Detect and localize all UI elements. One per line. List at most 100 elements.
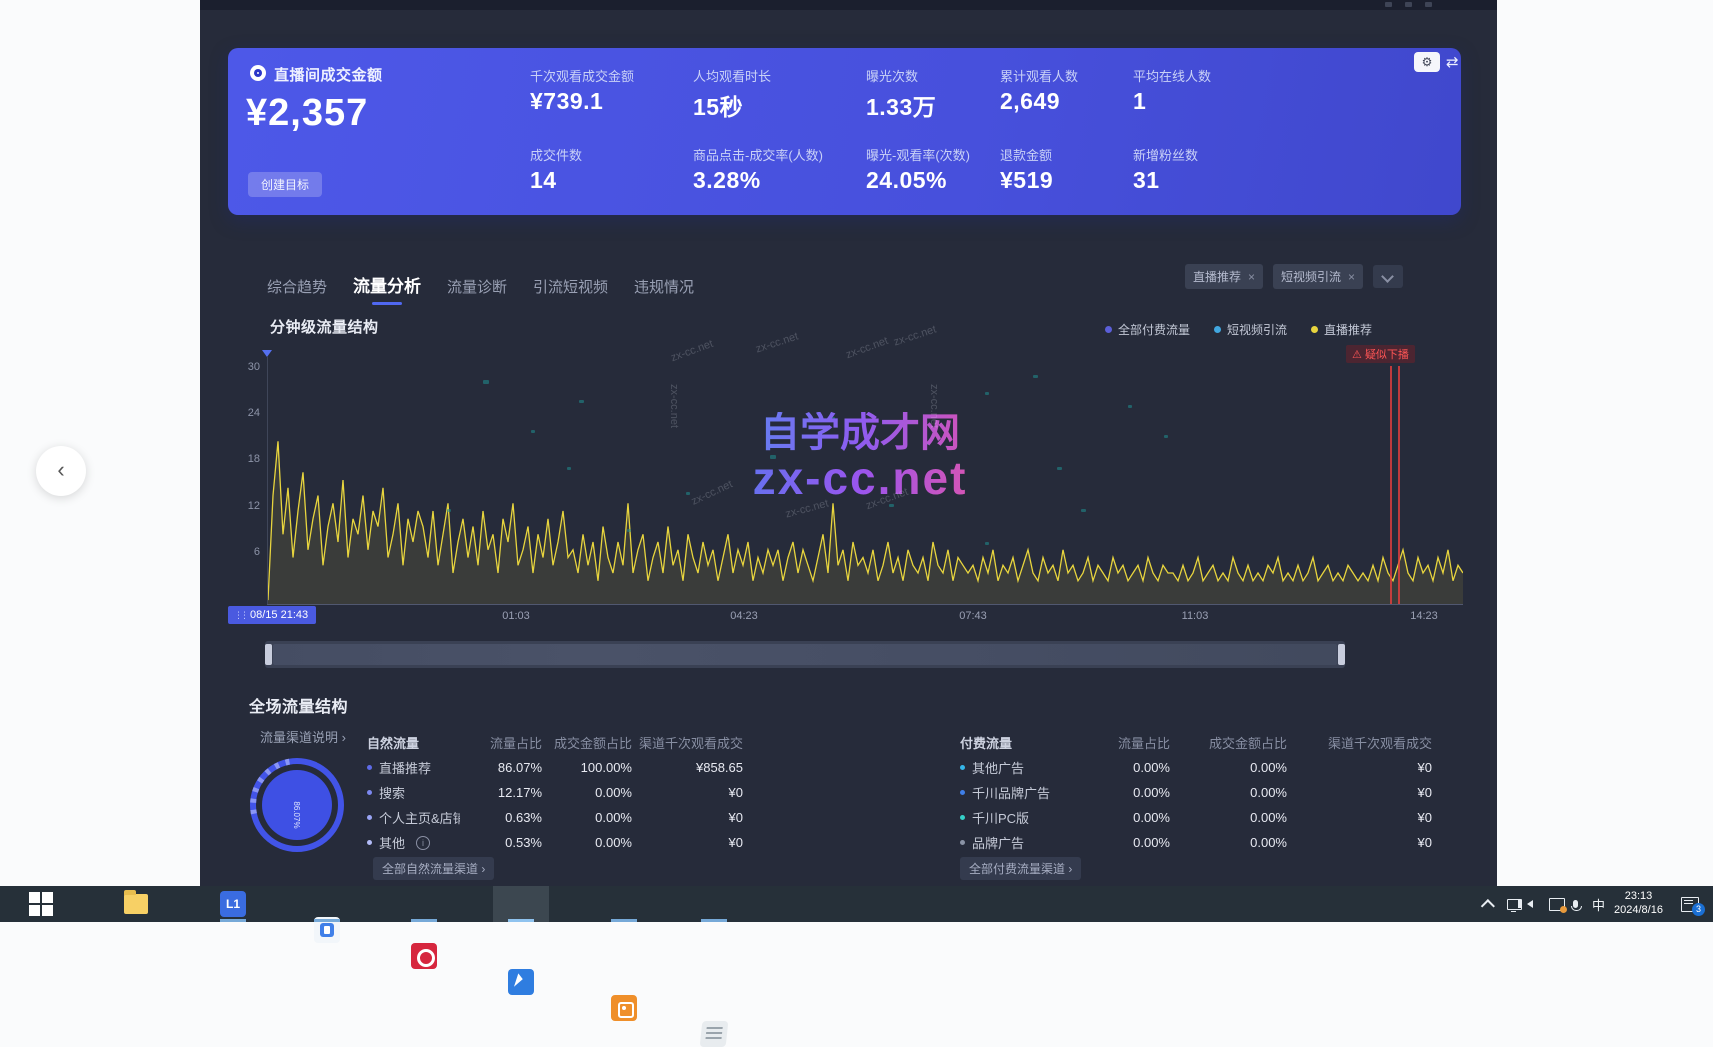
windows-logo-icon xyxy=(29,892,53,916)
window-control-icon[interactable] xyxy=(1405,2,1412,7)
range-handle-right[interactable] xyxy=(1338,644,1345,665)
app-window: 直播间成交金额 ¥2,357 创建目标 ⚙ ⇄ 千次观看成交金额 ¥739.1 … xyxy=(200,0,1497,886)
link-label: 全部付费流量渠道 xyxy=(969,862,1065,876)
table-cell: 0.00% xyxy=(542,810,632,825)
table-row-name[interactable]: 个人主页&店铺&... xyxy=(367,808,460,827)
filter-tag-live-recommend[interactable]: 直播推荐 × xyxy=(1185,264,1263,289)
tray-expand-button[interactable] xyxy=(1485,886,1495,922)
y-axis-tick: 18 xyxy=(226,453,260,465)
range-handle-left[interactable] xyxy=(265,644,272,665)
series-dot xyxy=(960,765,965,770)
tab-short-video[interactable]: 引流短视频 xyxy=(533,276,608,303)
legend-dot xyxy=(1214,326,1221,333)
row-label: 其他广告 xyxy=(972,758,1024,777)
noise-speck xyxy=(531,430,535,433)
file-explorer-icon[interactable] xyxy=(123,891,149,917)
traffic-line-chart[interactable] xyxy=(268,355,1463,604)
x-axis-tick: 04:23 xyxy=(709,610,779,622)
active-app-highlight xyxy=(493,886,549,922)
app-pointer-active-icon[interactable] xyxy=(508,969,534,995)
compare-swap-icon[interactable]: ⇄ xyxy=(1446,53,1459,71)
noise-speck xyxy=(770,455,776,459)
noise-speck xyxy=(447,509,451,512)
noise-speck xyxy=(1081,509,1086,512)
microphone-icon[interactable] xyxy=(1573,886,1578,922)
natural-traffic-table: 自然流量 流量占比 成交金额占比 渠道千次观看成交 直播推荐 86.07% 10… xyxy=(367,730,743,855)
link-label: 全部自然流量渠道 xyxy=(382,862,478,876)
chart-range-slider[interactable] xyxy=(265,641,1345,668)
x-axis-tick: 01:03 xyxy=(481,610,551,622)
notification-icon: 3 xyxy=(1681,897,1699,912)
filter-dropdown[interactable] xyxy=(1373,265,1403,288)
analysis-tabs: 综合趋势 流量分析 流量诊断 引流短视频 违规情况 xyxy=(267,272,694,303)
close-icon[interactable]: × xyxy=(1348,270,1355,284)
table-row-name[interactable]: 其他 i xyxy=(367,833,460,852)
kpi-gmv-value: ¥2,357 xyxy=(246,92,368,135)
x-axis-tick: 11:03 xyxy=(1160,610,1230,622)
metric-value: 3.28% xyxy=(693,167,761,194)
table-row-name[interactable]: 千川品牌广告 xyxy=(960,783,1070,802)
noise-speck xyxy=(483,380,489,384)
table-cell: 0.00% xyxy=(1070,810,1170,825)
table-row-name[interactable]: 其他广告 xyxy=(960,758,1070,777)
table-row-name[interactable]: 搜索 xyxy=(367,783,460,802)
volume-icon[interactable] xyxy=(1527,886,1535,922)
tab-violations[interactable]: 违规情况 xyxy=(634,276,694,303)
noise-speck xyxy=(889,504,894,507)
row-label: 直播推荐 xyxy=(379,758,431,777)
clock[interactable]: 23:13 2024/8/16 xyxy=(1614,886,1663,922)
table-cell: 0.00% xyxy=(542,835,632,850)
table-cell: 86.07% xyxy=(460,760,542,775)
warning-icon: ⚠ xyxy=(1352,349,1362,361)
table-cell: 0.00% xyxy=(1070,835,1170,850)
screenshot-tool-icon[interactable] xyxy=(1549,886,1565,922)
legend-label: 短视频引流 xyxy=(1227,321,1287,338)
row-label: 搜索 xyxy=(379,783,405,802)
back-button[interactable]: ‹ xyxy=(36,446,86,496)
channel-help-link[interactable]: 流量渠道说明 › xyxy=(260,727,346,746)
traffic-donut-chart[interactable]: 86.07% xyxy=(250,758,345,853)
noise-speck xyxy=(1128,405,1132,408)
x-axis-start-badge[interactable]: ⋮⋮ 08/15 21:43 xyxy=(228,606,316,624)
filter-tag-short-video[interactable]: 短视频引流 × xyxy=(1273,264,1363,289)
chevron-up-icon xyxy=(1481,899,1495,913)
card-settings-button[interactable]: ⚙ xyxy=(1414,52,1440,72)
tab-overall-trend[interactable]: 综合趋势 xyxy=(267,276,327,303)
metric-label: 新增粉丝数 xyxy=(1133,145,1198,164)
noise-speck xyxy=(925,442,929,445)
legend-item-paid[interactable]: 全部付费流量 xyxy=(1105,321,1190,338)
legend-item-live-recommend[interactable]: 直播推荐 xyxy=(1311,321,1372,338)
channel-help-label: 流量渠道说明 xyxy=(260,730,338,745)
y-axis-tick: 12 xyxy=(226,500,260,512)
ime-indicator[interactable]: 中 xyxy=(1592,886,1605,922)
app-l1-icon[interactable]: L1 xyxy=(220,891,246,917)
app-red-circle-icon[interactable] xyxy=(411,943,437,969)
table-row-name[interactable]: 千川PC版 xyxy=(960,808,1070,827)
tab-traffic-diagnosis[interactable]: 流量诊断 xyxy=(447,276,507,303)
tab-traffic-analysis[interactable]: 流量分析 xyxy=(353,272,421,303)
start-button[interactable] xyxy=(28,891,54,917)
table-cell: 0.00% xyxy=(1170,785,1287,800)
app-recorder-icon[interactable] xyxy=(611,995,637,1021)
table-row-name[interactable]: 品牌广告 xyxy=(960,833,1070,852)
legend-item-short-video[interactable]: 短视频引流 xyxy=(1214,321,1287,338)
all-natural-channels-link[interactable]: 全部自然流量渠道 › xyxy=(373,857,494,880)
gmv-goal-icon xyxy=(250,65,266,81)
range-slider-track[interactable] xyxy=(273,644,1337,665)
info-icon[interactable]: i xyxy=(416,836,430,850)
series-dot xyxy=(367,765,372,770)
table-row-name[interactable]: 直播推荐 xyxy=(367,758,460,777)
x-axis-tick: 14:23 xyxy=(1389,610,1459,622)
app-notepad-icon[interactable] xyxy=(700,1021,729,1047)
table-cell: 0.63% xyxy=(460,810,542,825)
series-dot xyxy=(367,790,372,795)
notification-center-button[interactable]: 3 xyxy=(1681,886,1699,922)
close-icon[interactable]: × xyxy=(1248,270,1255,284)
window-control-icon[interactable] xyxy=(1385,2,1392,7)
all-paid-channels-link[interactable]: 全部付费流量渠道 › xyxy=(960,857,1081,880)
chevron-right-icon: › xyxy=(481,862,485,876)
window-control-icon[interactable] xyxy=(1425,2,1432,7)
stream-end-annotation[interactable]: ⚠ 疑似下播 xyxy=(1346,345,1415,363)
create-goal-button[interactable]: 创建目标 xyxy=(248,172,322,197)
metric-label: 退款金额 xyxy=(1000,145,1052,164)
